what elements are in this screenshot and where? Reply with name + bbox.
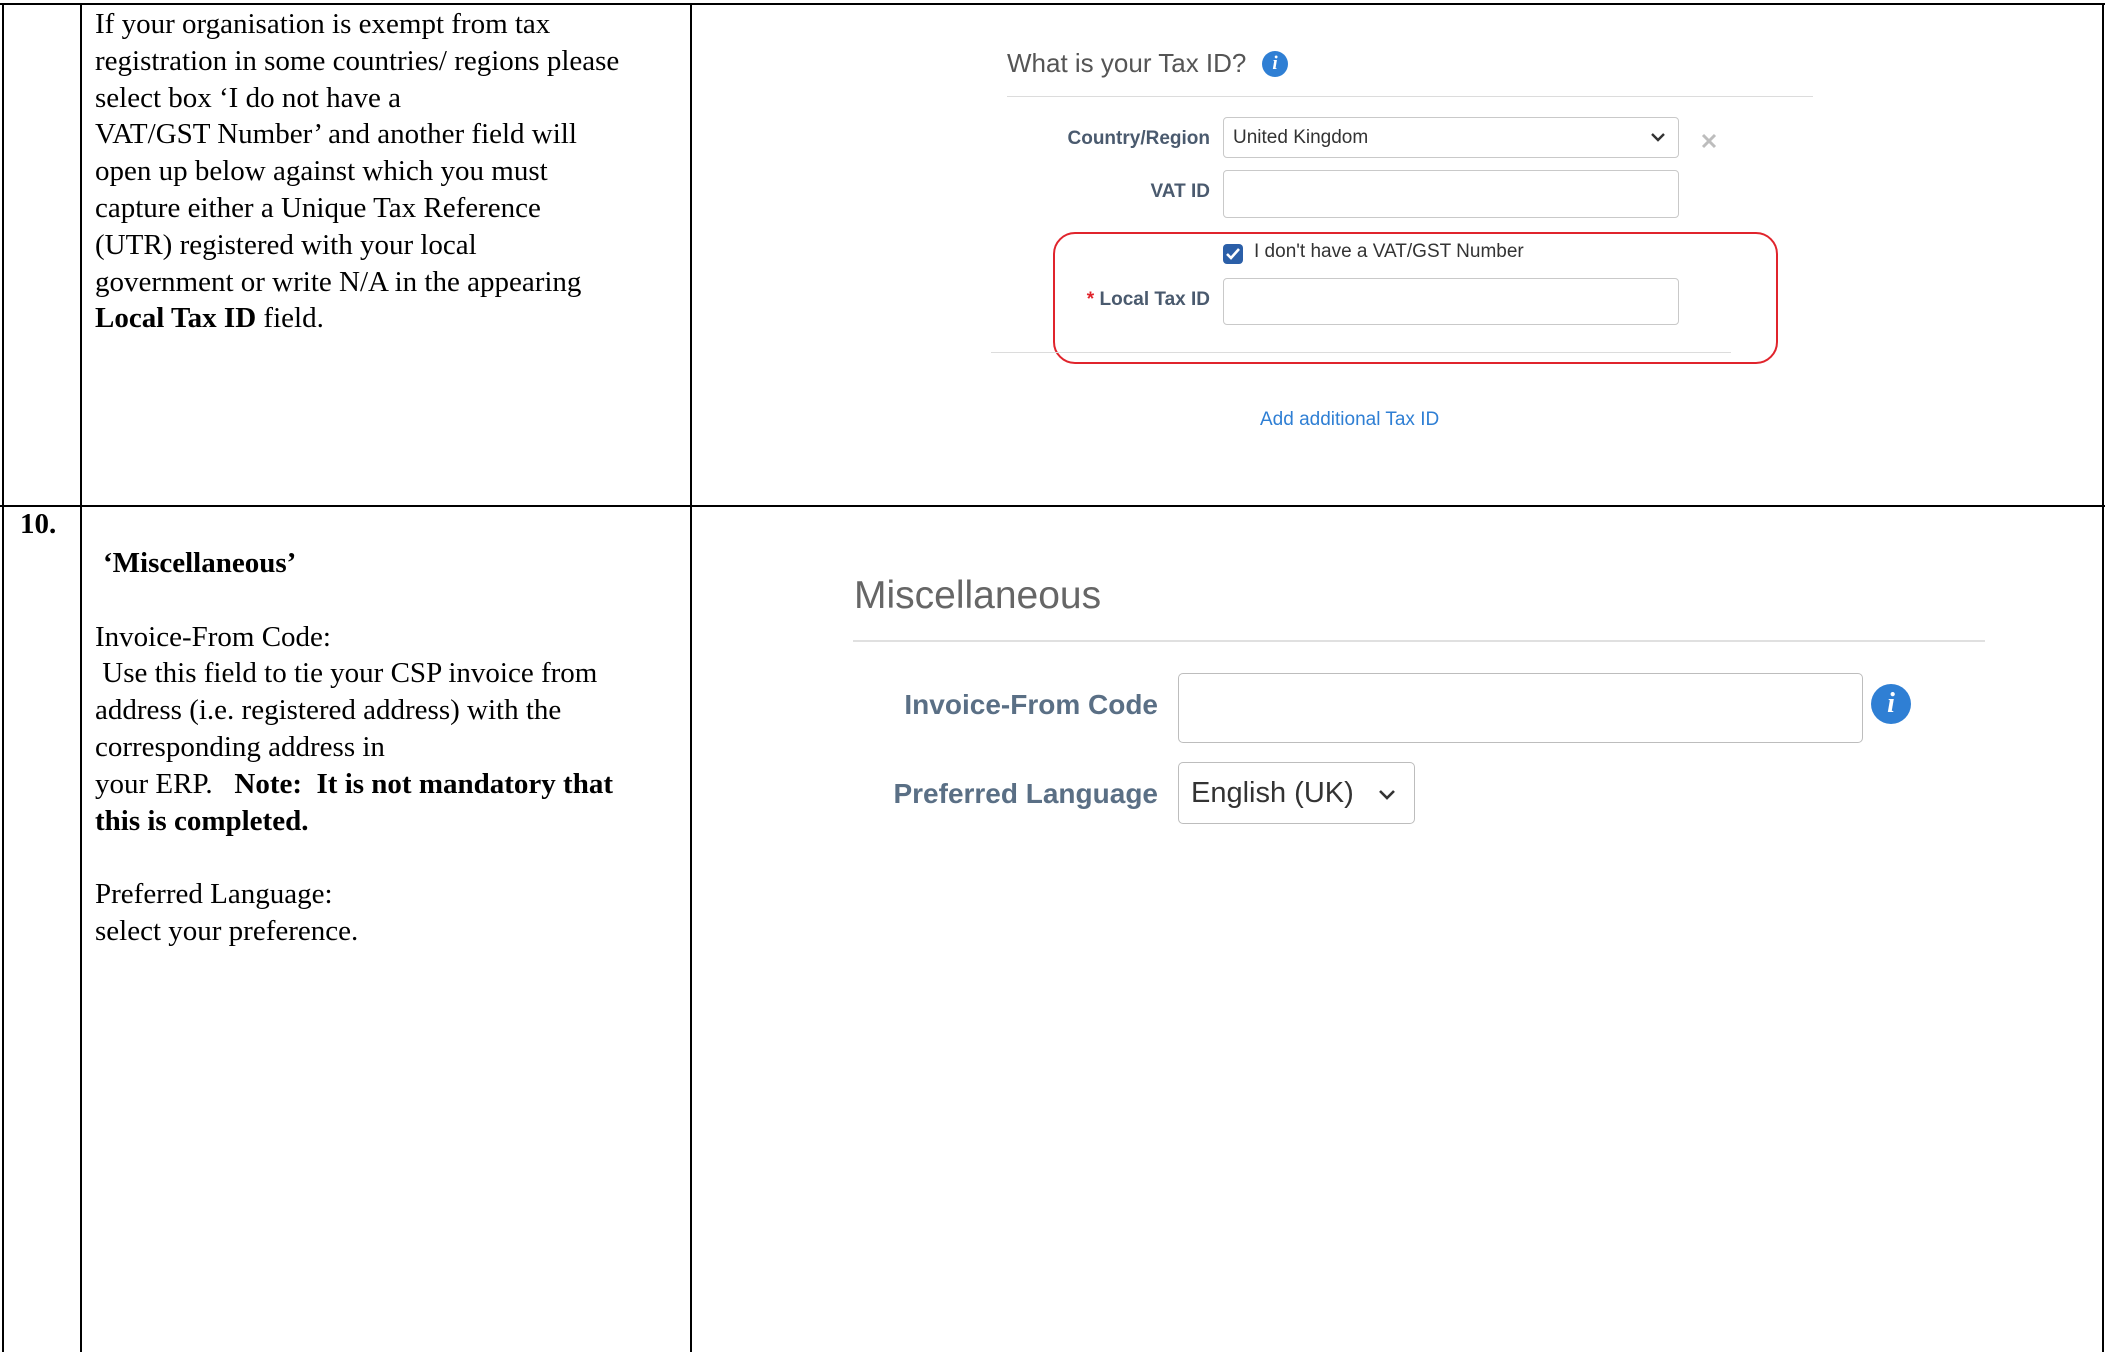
tax-bottom-divider [991,352,1731,353]
required-mark: * [1086,289,1095,310]
tax-exempt-description: If your organisation is exempt from tax … [95,8,620,335]
miscellaneous-heading: ‘Miscellaneous’ [103,547,297,579]
miscellaneous-description: ‘Miscellaneous’ Invoice-From Code: Use t… [95,547,613,947]
table-right-border [2102,4,2104,1352]
tax-id-title: What is your Tax ID? [1007,48,1247,78]
note-bold: Note: It is not mandatory that [234,767,613,800]
country-region-select[interactable]: United Kingdom [1223,117,1679,158]
invoice-from-code-input[interactable] [1178,673,1863,743]
close-icon[interactable] [1700,132,1718,155]
preferred-language-select[interactable]: English (UK) [1178,762,1415,824]
invoice-info-icon[interactable]: i [1871,684,1911,724]
misc-title-divider [853,640,1985,642]
local-tax-id-input[interactable] [1223,278,1679,325]
invoice-from-code-label: Invoice-From Code [904,689,1158,720]
chevron-down-icon [1378,789,1396,800]
preferred-language-label: Preferred Language [893,778,1158,809]
chevron-down-icon [1650,132,1666,142]
local-tax-id-label: * Local Tax ID [1086,289,1210,310]
country-region-label: Country/Region [1067,128,1211,149]
no-vat-checkbox-label: I don't have a VAT/GST Number [1254,241,1524,262]
no-vat-checkbox[interactable] [1223,244,1243,264]
checkmark-icon [1226,248,1240,260]
miscellaneous-title: Miscellaneous [854,574,1102,617]
tax-title-divider [1007,96,1813,97]
row-number: 10. [20,508,57,540]
row-divider [0,505,2105,507]
column-divider-number [80,4,82,1352]
preferred-language-value: English (UK) [1191,776,1354,809]
preferred-language-heading: Preferred Language: [95,878,333,911]
vat-id-label: VAT ID [1150,181,1210,202]
invoice-from-heading: Invoice-From Code: [95,620,331,653]
add-additional-tax-id-link[interactable]: Add additional Tax ID [1260,409,1439,431]
local-tax-id-bold: Local Tax ID [95,302,257,335]
info-icon[interactable]: i [1262,51,1288,77]
vat-id-input[interactable] [1223,170,1679,218]
table-left-border [2,4,4,1352]
country-region-value: United Kingdom [1233,126,1369,148]
